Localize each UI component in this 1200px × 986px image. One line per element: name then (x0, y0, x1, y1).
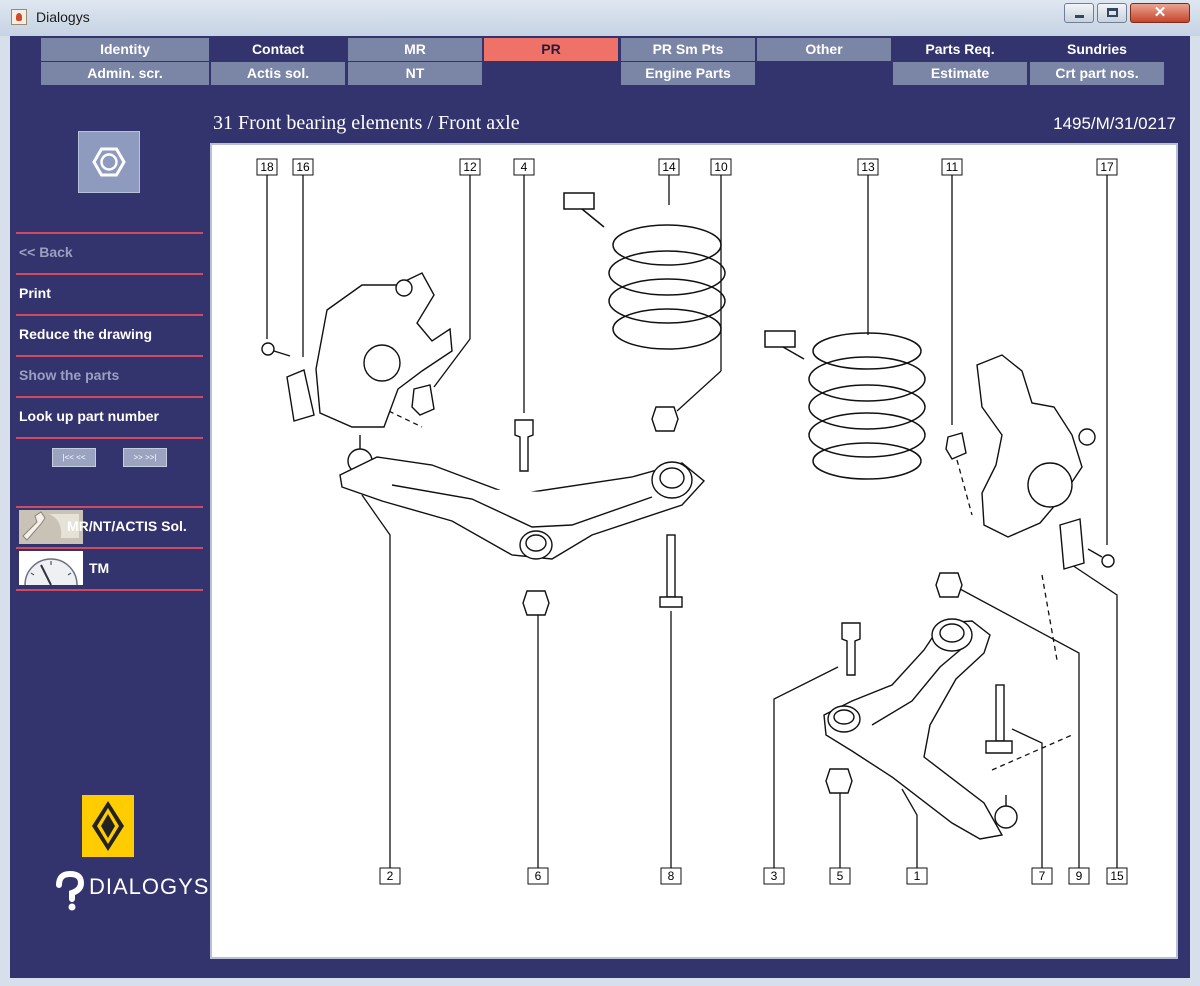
tab-other[interactable]: Other (757, 38, 891, 61)
callout-17[interactable]: 17 (1100, 160, 1114, 174)
callout-14[interactable]: 14 (662, 160, 676, 174)
print-link[interactable]: Print (19, 285, 51, 301)
callout-1[interactable]: 1 (914, 869, 921, 883)
nav-last-button[interactable]: >>| (145, 453, 156, 462)
nav-first-prev-buttons[interactable]: |<< << (52, 448, 96, 467)
tab-nt[interactable]: NT (348, 62, 482, 85)
callout-7[interactable]: 7 (1039, 869, 1046, 883)
callout-3[interactable]: 3 (771, 869, 778, 883)
divider (16, 506, 203, 508)
callout-10[interactable]: 10 (714, 160, 728, 174)
callout-11[interactable]: 11 (946, 160, 959, 174)
divider (16, 355, 203, 357)
callout-15[interactable]: 15 (1110, 869, 1124, 883)
module-tm-label[interactable]: TM (89, 560, 109, 576)
tab-sundries[interactable]: Sundries (1030, 38, 1164, 61)
drawing-canvas: 18 16 12 4 14 10 13 11 17 2 6 8 3 5 1 7 … (256, 158, 1128, 885)
callout-5[interactable]: 5 (837, 869, 844, 883)
show-parts-link[interactable]: Show the parts (19, 367, 119, 383)
close-icon: ✕ (1153, 4, 1167, 21)
divider (16, 589, 203, 591)
nav-next-last-buttons[interactable]: >> >>| (123, 448, 167, 467)
tab-contact[interactable]: Contact (211, 38, 345, 61)
divider (16, 396, 203, 398)
maximize-button[interactable] (1097, 3, 1127, 23)
title-bar[interactable]: Dialogys ✕ (0, 0, 1200, 36)
minimize-button[interactable] (1064, 3, 1094, 23)
page-title: 31 Front bearing elements / Front axle (213, 112, 520, 134)
divider (16, 232, 203, 234)
callout-9[interactable]: 9 (1076, 869, 1083, 883)
hex-nut-icon (78, 131, 140, 193)
callout-8[interactable]: 8 (668, 869, 675, 883)
renault-logo (82, 795, 134, 857)
java-app-icon (11, 9, 27, 25)
gauge-icon[interactable] (19, 551, 83, 585)
dialogys-logo: DIALOGYS (53, 871, 208, 911)
nav-first-button[interactable]: |<< (63, 453, 74, 462)
callout-16[interactable]: 16 (296, 160, 310, 174)
tab-pr-sm-pts[interactable]: PR Sm Pts (621, 38, 755, 61)
nav-prev-button[interactable]: << (76, 453, 85, 462)
tab-admin-scr[interactable]: Admin. scr. (41, 62, 209, 85)
lookup-part-number-link[interactable]: Look up part number (19, 408, 159, 424)
tab-empty-2 (757, 62, 891, 85)
callout-4[interactable]: 4 (521, 160, 528, 174)
tab-engine-parts[interactable]: Engine Parts (621, 62, 755, 85)
callout-12[interactable]: 12 (463, 160, 477, 174)
callout-2[interactable]: 2 (387, 869, 394, 883)
tab-identity[interactable]: Identity (41, 38, 209, 61)
module-mr-nt-actis-label[interactable]: MR/NT/ACTIS Sol. (67, 518, 187, 534)
tab-mr[interactable]: MR (348, 38, 482, 61)
nav-next-button[interactable]: >> (134, 453, 143, 462)
callout-18[interactable]: 18 (260, 160, 274, 174)
dialogys-brand-text: DIALOGYS (89, 874, 210, 899)
reduce-drawing-link[interactable]: Reduce the drawing (19, 326, 152, 342)
callout-6[interactable]: 6 (535, 869, 542, 883)
drawing-reference-code: 1495/M/31/0217 (1053, 114, 1176, 133)
tab-crt-part-nos[interactable]: Crt part nos. (1030, 62, 1164, 85)
tab-parts-req[interactable]: Parts Req. (893, 38, 1027, 61)
divider (16, 547, 203, 549)
tab-pr[interactable]: PR (484, 38, 618, 61)
tab-actis-sol[interactable]: Actis sol. (211, 62, 345, 85)
divider (16, 314, 203, 316)
close-button[interactable]: ✕ (1130, 3, 1190, 23)
main-panel: Identity Contact MR PR PR Sm Pts Other P… (10, 36, 1190, 978)
exploded-parts-drawing[interactable]: 18 16 12 4 14 10 13 11 17 2 6 8 3 5 1 7 … (210, 143, 1178, 959)
divider (16, 437, 203, 439)
window-title: Dialogys (36, 9, 90, 25)
callout-13[interactable]: 13 (861, 160, 875, 174)
tab-estimate[interactable]: Estimate (893, 62, 1027, 85)
application-window: Dialogys ✕ Identity Contact MR PR PR Sm … (0, 0, 1200, 986)
back-link[interactable]: << Back (19, 244, 73, 260)
tab-empty-1 (484, 62, 618, 85)
divider (16, 273, 203, 275)
